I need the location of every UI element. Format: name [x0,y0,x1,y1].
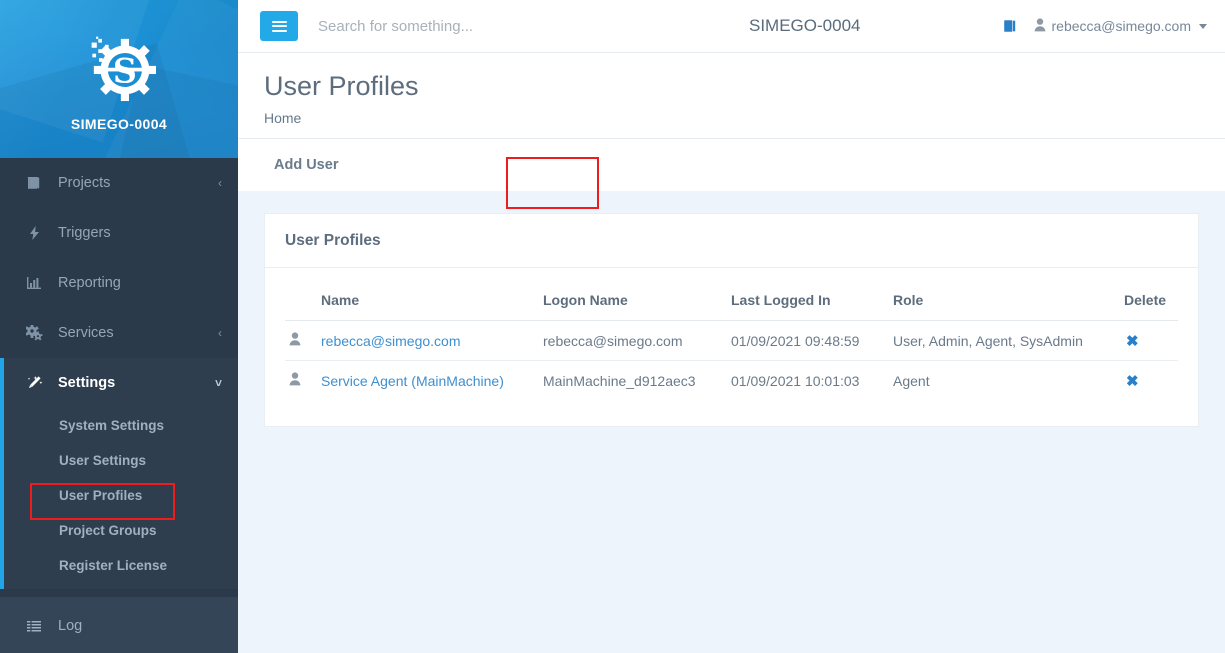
column-header-delete: Delete [1114,282,1178,322]
page-title: User Profiles [264,71,419,101]
sidebar-item-user-profiles[interactable]: User Profiles [0,478,238,513]
user-profile-link[interactable]: Service Agent (MainMachine) [321,373,504,389]
gear-s-logo-icon: S [91,36,156,102]
table-header-row: Name Logon Name Last Logged In Role Dele… [285,282,1178,322]
sidebar-item-system-settings[interactable]: System Settings [0,408,238,443]
cell-delete: ✖ [1114,320,1178,362]
sidebar-item-label: Services [58,325,114,341]
breadcrumb[interactable]: Home [264,110,1199,126]
bar-chart-icon [26,275,46,291]
table-row: rebecca@simego.com rebecca@simego.com 01… [285,320,1178,362]
sidebar-item-label: Settings [58,375,116,391]
chevron-left-icon: ‹ [218,326,222,340]
user-profiles-table: Name Logon Name Last Logged In Role Dele… [285,282,1178,400]
app-root: S SIMEGO-0004 Projects ‹ [0,0,1225,653]
cell-role: User, Admin, Agent, SysAdmin [889,320,1114,362]
hamburger-bars [271,18,287,34]
user-icon [289,372,301,386]
table-body: rebecca@simego.com rebecca@simego.com 01… [285,320,1178,401]
chevron-down-icon [1199,23,1207,29]
main-area: SIMEGO-0004 rebecca@simego.com [238,0,1225,653]
row-user-icon-cell [285,320,317,362]
sidebar-item-settings[interactable]: Settings ˅ [0,358,238,408]
subnav-item-label: User Settings [59,453,147,468]
column-header-logon-name[interactable]: Logon Name [539,282,727,322]
gears-icon [26,325,46,341]
sidebar-item-label: Triggers [58,225,111,241]
sidebar-item-reporting[interactable]: Reporting [0,258,238,308]
user-menu[interactable]: rebecca@simego.com [1034,17,1207,35]
user-icon [1034,17,1046,35]
cell-role: Agent [893,372,930,389]
sidebar-item-log[interactable]: Log [0,599,238,653]
book-icon[interactable] [1002,18,1018,34]
settings-submenu: System Settings User Settings User Profi… [0,408,238,589]
user-email-label: rebecca@simego.com [1051,18,1192,34]
user-profiles-card: User Profiles Name Logon Name Last Logge… [264,213,1199,428]
cell-delete: ✖ [1114,361,1178,401]
chevron-down-icon: ˅ [214,376,222,390]
cell-logon-name: rebecca@simego.com [539,320,727,362]
table-head: Name Logon Name Last Logged In Role Dele… [285,282,1178,322]
subnav-item-label: System Settings [59,418,165,433]
sidebar: S SIMEGO-0004 Projects ‹ [0,0,238,653]
sidebar-item-project-groups[interactable]: Project Groups [0,513,238,548]
column-header-name[interactable]: Name [317,282,539,322]
action-toolbar: Add User [238,138,1225,192]
column-header-role[interactable]: Role [889,282,1114,322]
cell-last-logged-in: 01/09/2021 09:48:59 [727,320,889,362]
sidebar-item-label: Projects [58,175,111,191]
subnav-item-label: Register License [59,558,168,573]
table-row: Service Agent (MainMachine) MainMachine_… [285,361,1178,401]
brand-header[interactable]: S SIMEGO-0004 [0,0,238,158]
settings-submenu-wrap: System Settings User Settings User Profi… [0,408,238,589]
user-icon [289,332,301,346]
top-bar-right: rebecca@simego.com [1002,17,1207,35]
sidebar-nav: Projects ‹ Triggers Reporting Services ‹… [0,158,238,597]
page-header: User Profiles Home [238,53,1225,139]
sidebar-item-triggers[interactable]: Triggers [0,208,238,258]
sidebar-item-register-license[interactable]: Register License [0,548,238,583]
subnav-item-label: User Profiles [59,488,143,503]
hamburger-icon[interactable] [260,11,298,41]
book-icon [26,175,46,191]
user-profile-link[interactable]: rebecca@simego.com [321,333,461,349]
delete-icon[interactable]: ✖ [1126,373,1139,390]
bolt-icon [26,225,46,241]
chevron-left-icon: ‹ [218,176,222,190]
delete-icon[interactable]: ✖ [1126,333,1139,350]
cell-logon-name: MainMachine_d912aec3 [543,372,696,389]
magic-wand-icon [26,375,46,391]
column-header-last-logged-in[interactable]: Last Logged In [727,282,889,322]
cell-name: Service Agent (MainMachine) [317,361,539,401]
cell-last-logged-in: 01/09/2021 10:01:03 [731,372,860,389]
add-user-button[interactable]: Add User [264,149,348,181]
sidebar-item-label: Reporting [58,275,121,291]
list-icon [26,618,46,634]
card-title: User Profiles [265,214,1198,269]
column-header-icon [285,282,317,322]
sidebar-item-label: Log [58,618,83,634]
cell-name: rebecca@simego.com [317,320,539,362]
page-context-title: SIMEGO-0004 [749,16,861,35]
content-area: User Profiles Name Logon Name Last Logge… [238,191,1225,653]
card-body: Name Logon Name Last Logged In Role Dele… [265,268,1198,426]
row-user-icon-cell [285,361,317,401]
sidebar-item-projects[interactable]: Projects ‹ [0,158,238,208]
search-input[interactable] [318,17,648,35]
top-bar: SIMEGO-0004 rebecca@simego.com [238,0,1225,53]
sidebar-item-services[interactable]: Services ‹ [0,308,238,358]
sidebar-item-user-settings[interactable]: User Settings [0,443,238,478]
brand-name: SIMEGO-0004 [70,116,168,132]
sidebar-bottom-section: Log [0,597,238,653]
subnav-item-label: Project Groups [59,523,157,538]
